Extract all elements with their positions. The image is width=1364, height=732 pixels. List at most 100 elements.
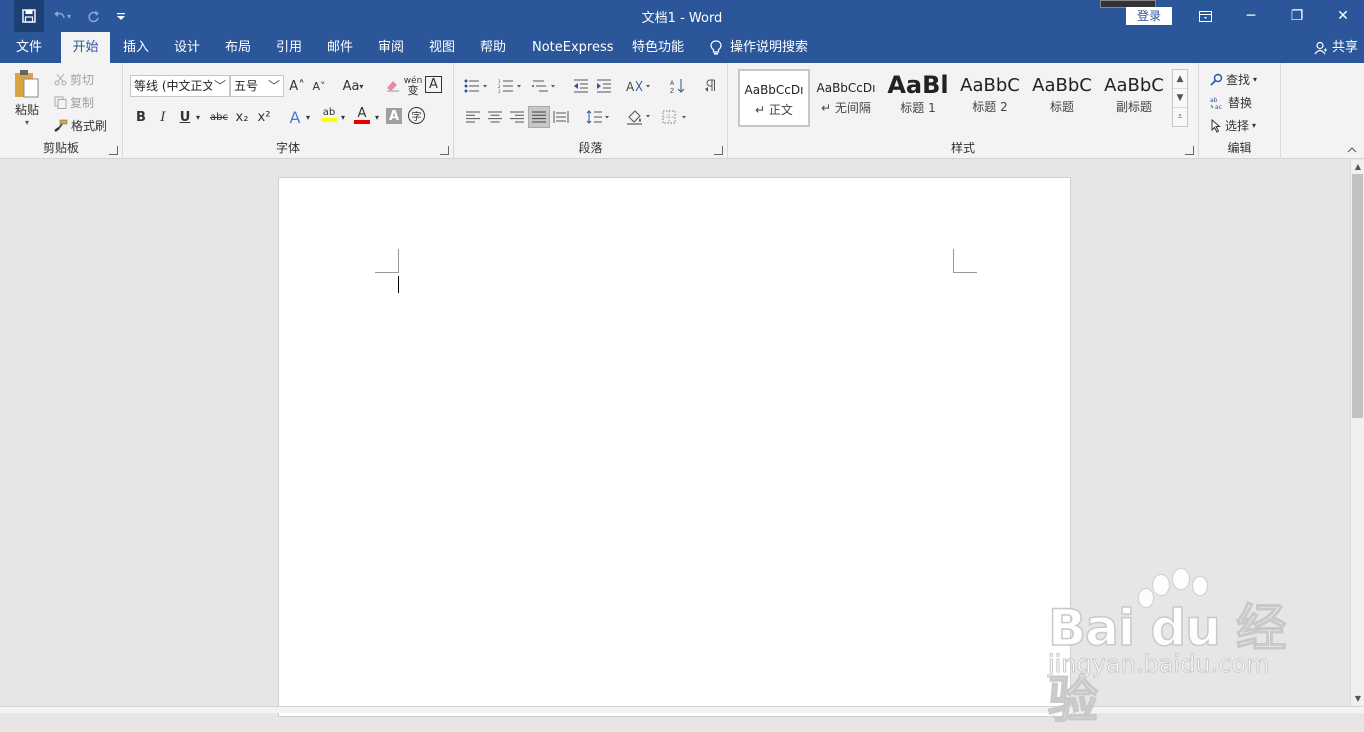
increase-indent-icon[interactable] [594, 76, 614, 96]
font-size-value: 五号 [234, 79, 259, 93]
character-shading-button[interactable]: A [386, 108, 402, 124]
enclose-characters-button[interactable]: 字 [408, 107, 425, 124]
style-heading-1[interactable]: AaBl 标题 1 [882, 69, 954, 127]
select-button[interactable]: 选择 ▾ [1210, 117, 1256, 134]
style-subtitle[interactable]: AaBbC 副标题 [1098, 69, 1170, 127]
margin-marker-top-right [953, 249, 977, 273]
tab-mailings[interactable]: 邮件 [317, 32, 363, 63]
tab-insert[interactable]: 插入 [113, 32, 159, 63]
font-color-button[interactable]: A [352, 105, 372, 125]
paragraph-dialog-launcher-icon[interactable] [714, 146, 723, 155]
tab-file[interactable]: 文件 [6, 32, 52, 63]
tab-help[interactable]: 帮助 [470, 32, 516, 63]
share-button[interactable]: 共享 [1314, 32, 1358, 63]
tab-noteexpress[interactable]: NoteExpress [522, 32, 624, 63]
shrink-font-button[interactable]: A˅ [309, 76, 329, 96]
text-effects-dropdown-icon[interactable]: ▾ [303, 107, 313, 127]
styles-dialog-launcher-icon[interactable] [1185, 146, 1194, 155]
numbering-icon[interactable]: 123 [496, 76, 524, 96]
shading-icon[interactable] [624, 107, 654, 127]
text-effects-button[interactable]: A [285, 107, 305, 127]
scroll-up-icon[interactable]: ▲ [1351, 160, 1364, 174]
copy-label: 复制 [70, 96, 95, 110]
highlight-button[interactable]: ab [319, 105, 339, 125]
scissors-icon [54, 73, 67, 86]
svg-text:A: A [626, 80, 635, 93]
copy-icon [54, 96, 67, 109]
font-dialog-launcher-icon[interactable] [440, 146, 449, 155]
chinese-layout-icon[interactable]: A [624, 76, 654, 96]
sign-in-button[interactable]: 登录 [1126, 7, 1172, 25]
copy-button[interactable]: 复制 [54, 94, 94, 111]
style-no-spacing[interactable]: AaBbCcDı ↵ 无间隔 [810, 69, 882, 127]
underline-button[interactable]: U [175, 107, 195, 127]
tab-design[interactable]: 设计 [164, 32, 210, 63]
document-page[interactable] [278, 177, 1071, 717]
tab-special-features[interactable]: 特色功能 [622, 32, 694, 63]
multilevel-list-icon[interactable] [530, 76, 558, 96]
clear-formatting-icon[interactable] [382, 76, 402, 96]
change-case-button[interactable]: Aa ▾ [339, 76, 367, 96]
gallery-down-icon[interactable]: ▼ [1173, 89, 1187, 108]
align-left-icon[interactable] [463, 107, 483, 127]
ribbon-display-options-icon[interactable] [1182, 0, 1228, 32]
svg-text:ab: ab [1210, 97, 1218, 104]
subscript-button[interactable]: x₂ [232, 107, 252, 127]
highlight-label: ab [322, 107, 336, 118]
align-right-icon[interactable] [507, 107, 527, 127]
font-color-dropdown-icon[interactable]: ▾ [372, 107, 382, 127]
tab-layout[interactable]: 布局 [215, 32, 261, 63]
align-center-icon[interactable] [485, 107, 505, 127]
style-normal[interactable]: AaBbCcDı ↵ 正文 [738, 69, 810, 127]
font-name-combobox[interactable]: 等线 (中文正文 ﹀ [130, 75, 230, 97]
minimize-button[interactable]: ─ [1228, 0, 1274, 32]
replace-button[interactable]: ab ac 替换 [1210, 94, 1252, 111]
clipboard-dialog-launcher-icon[interactable] [109, 146, 118, 155]
ribbon-tabs: 文件 开始 插入 设计 布局 引用 邮件 审阅 视图 帮助 NoteExpres… [0, 32, 1364, 63]
show-hide-marks-icon[interactable] [700, 76, 720, 96]
justify-icon[interactable] [528, 106, 550, 128]
gallery-up-icon[interactable]: ▲ [1173, 70, 1187, 89]
phonetic-guide-button[interactable]: wén 变 [403, 76, 423, 97]
format-painter-button[interactable]: 格式刷 [54, 117, 107, 134]
bold-button[interactable]: B [131, 107, 151, 127]
character-border-button[interactable]: A [425, 76, 442, 93]
paste-button[interactable]: 粘贴 ▾ [12, 69, 42, 127]
tab-home[interactable]: 开始 [61, 32, 110, 63]
italic-button[interactable]: I [153, 107, 173, 127]
lightbulb-icon [710, 39, 722, 54]
restore-button[interactable]: ❐ [1274, 0, 1320, 32]
scrollbar-thumb[interactable] [1352, 174, 1363, 418]
cut-button[interactable]: 剪切 [54, 71, 94, 88]
tell-me-label: 操作说明搜索 [730, 40, 809, 55]
style-heading-2[interactable]: AaBbC 标题 2 [954, 69, 1026, 127]
close-button[interactable]: ✕ [1320, 0, 1364, 32]
bullets-icon[interactable] [462, 76, 490, 96]
sort-icon[interactable]: AZ [668, 76, 688, 96]
tab-view[interactable]: 视图 [419, 32, 465, 63]
tab-review[interactable]: 审阅 [368, 32, 414, 63]
style-title[interactable]: AaBbC 标题 [1026, 69, 1098, 127]
gallery-more-icon[interactable]: ⩡ [1173, 108, 1187, 127]
underline-dropdown-icon[interactable]: ▾ [193, 107, 203, 127]
distributed-icon[interactable] [551, 107, 571, 127]
style-name: 标题 2 [972, 100, 1008, 114]
svg-text:3: 3 [498, 89, 501, 93]
scroll-down-icon[interactable]: ▼ [1351, 692, 1364, 706]
highlight-color-swatch [321, 118, 337, 122]
grow-font-button[interactable]: A˄ [287, 76, 307, 96]
superscript-button[interactable]: x² [254, 107, 274, 127]
tab-references[interactable]: 引用 [266, 32, 312, 63]
borders-icon[interactable] [660, 107, 690, 127]
strikethrough-button[interactable]: abc [209, 107, 229, 127]
font-size-combobox[interactable]: 五号 ﹀ [230, 75, 284, 97]
line-spacing-icon[interactable] [584, 107, 612, 127]
collapse-ribbon-icon[interactable] [1344, 143, 1360, 157]
highlight-dropdown-icon[interactable]: ▾ [338, 107, 348, 127]
vertical-scrollbar[interactable]: ▲ ▼ [1350, 160, 1364, 706]
find-button[interactable]: 查找 ▾ [1210, 71, 1257, 88]
tell-me-search[interactable]: 操作说明搜索 [700, 32, 818, 63]
style-sample: AaBl [887, 71, 949, 99]
watermark-url: jingyan.baidu.com [1047, 650, 1270, 679]
decrease-indent-icon[interactable] [571, 76, 591, 96]
